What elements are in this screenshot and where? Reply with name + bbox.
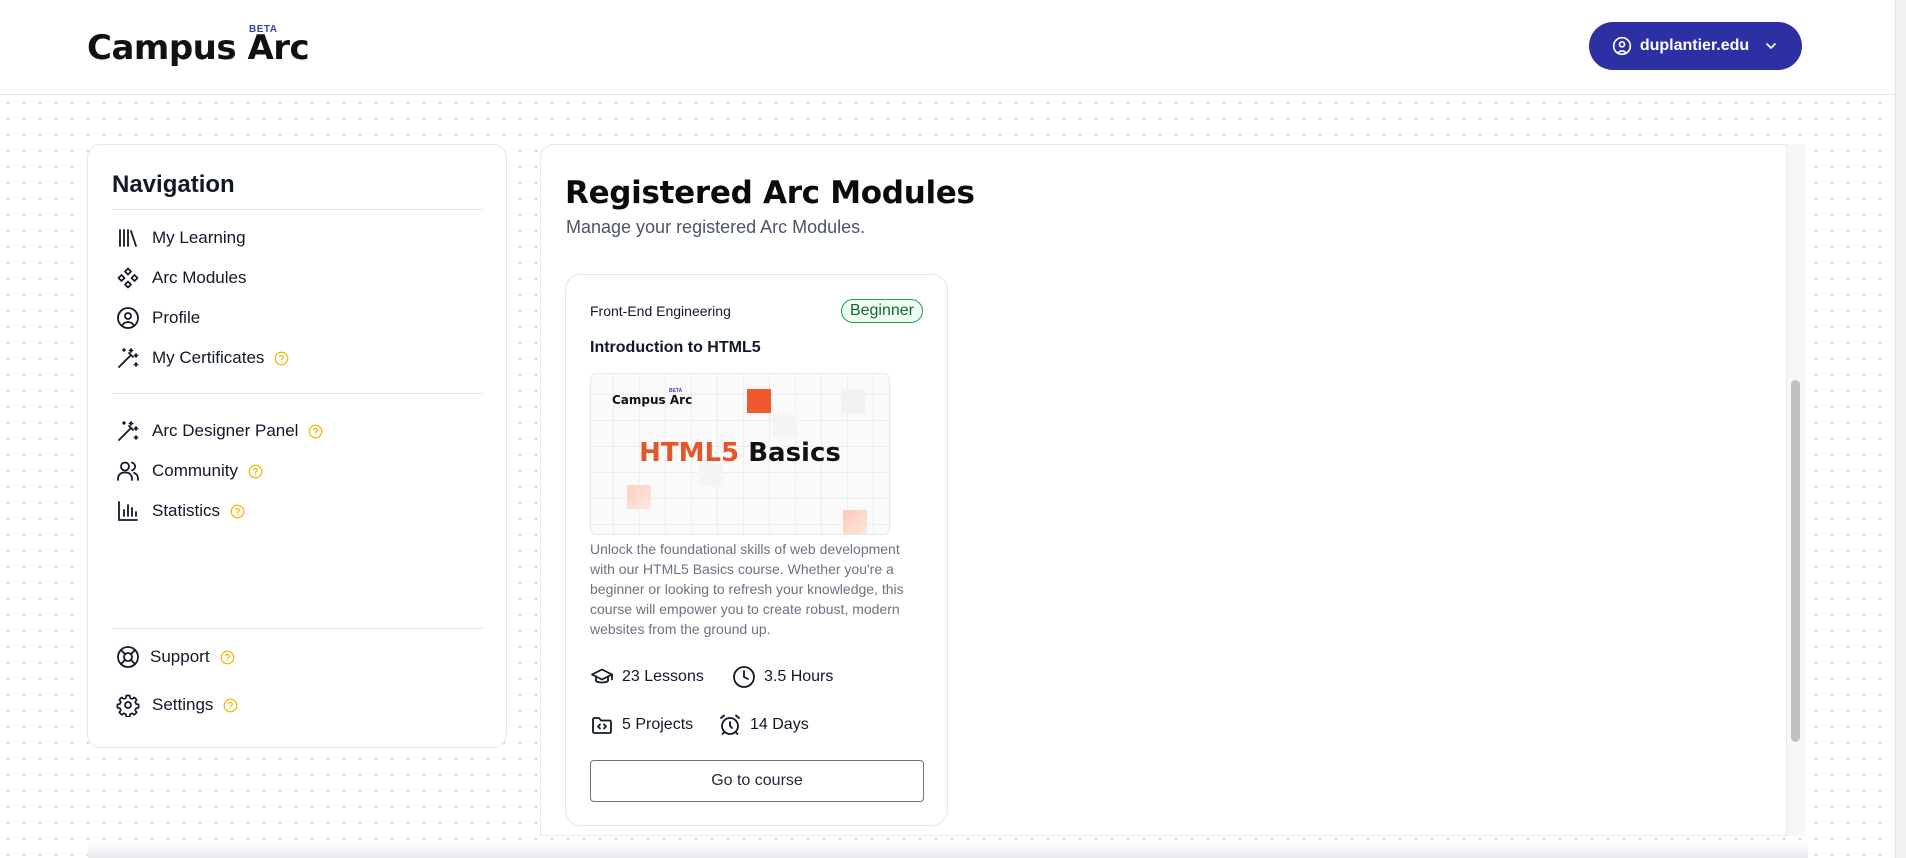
bottom-shadow	[88, 840, 1808, 858]
sidebar-item-label: Support	[150, 647, 210, 666]
graduation-cap-icon	[590, 665, 614, 689]
sidebar-item-label: Arc Modules	[152, 268, 247, 287]
magic-wand-icon	[116, 419, 140, 443]
thumbnail-square	[841, 389, 865, 413]
users-icon	[116, 459, 140, 483]
gear-icon	[116, 693, 140, 717]
thumbnail-square	[747, 389, 771, 413]
user-circle-icon	[116, 306, 140, 330]
sidebar-navigation: Navigation My Learning Arc Modules Profi…	[87, 144, 507, 748]
library-icon	[116, 226, 140, 250]
lessons-count: 23 Lessons	[622, 668, 704, 685]
page-title: Registered Arc Modules	[565, 175, 975, 211]
thumbnail-heading-accent: HTML5	[639, 438, 740, 468]
thumbnail-heading-rest: Basics	[748, 438, 841, 468]
bar-chart-icon	[116, 499, 140, 523]
divider	[112, 209, 483, 210]
thumbnail-square	[773, 415, 797, 437]
course-card: Front-End Engineering Beginner Introduct…	[565, 274, 948, 826]
thumbnail-square	[627, 485, 651, 509]
campus-arc-logo[interactable]: Campus Arc BETA	[87, 24, 310, 68]
help-icon[interactable]	[223, 698, 238, 713]
folder-code-icon	[590, 713, 614, 737]
sidebar-item-settings[interactable]: Settings	[116, 690, 238, 720]
sidebar-item-arc-modules[interactable]: Arc Modules	[116, 263, 246, 293]
course-description: Unlock the foundational skills of web de…	[590, 541, 904, 637]
scrollbar-thumb[interactable]	[1791, 380, 1800, 742]
course-category: Front-End Engineering	[590, 303, 731, 319]
beta-badge: BETA	[249, 24, 278, 35]
level-badge: Beginner	[840, 299, 923, 323]
lifebuoy-icon	[116, 645, 140, 669]
help-icon[interactable]	[230, 504, 245, 519]
go-to-course-button[interactable]: Go to course	[590, 760, 924, 802]
sidebar-item-label: Settings	[152, 695, 214, 714]
help-icon[interactable]	[274, 351, 289, 366]
sidebar-item-label: Profile	[152, 308, 201, 327]
course-title: Introduction to HTML5	[590, 339, 761, 356]
clock-icon	[732, 665, 756, 689]
account-label: duplantier.edu	[1639, 37, 1750, 54]
thumbnail-logo: Campus Arc	[612, 393, 693, 407]
chevron-down-icon	[1763, 38, 1779, 54]
sidebar-item-statistics[interactable]: Statistics	[116, 496, 245, 526]
sidebar-item-my-learning[interactable]: My Learning	[116, 223, 246, 253]
alarm-clock-icon	[718, 713, 742, 737]
lessons-meta: 23 Lessons	[590, 665, 704, 689]
days-meta: 14 Days	[718, 713, 809, 737]
thumbnail-beta-badge: BETA	[669, 388, 683, 394]
course-thumbnail: Campus Arc BETA HTML5 Basics	[590, 373, 890, 535]
sidebar-item-profile[interactable]: Profile	[116, 303, 200, 333]
magic-wand-icon	[116, 346, 140, 370]
account-menu-button[interactable]: duplantier.edu	[1589, 22, 1802, 70]
page-scrollbar-track[interactable]	[1895, 0, 1906, 858]
sidebar-item-label: Statistics	[152, 501, 221, 520]
sidebar-item-label: Community	[152, 461, 238, 480]
sidebar-item-label: My Learning	[152, 228, 246, 247]
user-circle-icon	[1612, 36, 1632, 56]
page-subtitle: Manage your registered Arc Modules.	[566, 217, 866, 237]
sidebar-item-label: My Certificates	[152, 348, 265, 367]
component-icon	[116, 266, 140, 290]
sidebar-item-my-certificates[interactable]: My Certificates	[116, 343, 289, 373]
sidebar-item-community[interactable]: Community	[116, 456, 263, 486]
hours-meta: 3.5 Hours	[732, 665, 833, 689]
days-count: 14 Days	[750, 716, 809, 733]
sidebar-title: Navigation	[112, 171, 235, 198]
thumbnail-square	[843, 510, 867, 534]
top-header: Campus Arc BETA duplantier.edu	[0, 0, 1906, 95]
sidebar-item-label: Arc Designer Panel	[152, 421, 299, 440]
hours-count: 3.5 Hours	[764, 668, 834, 685]
thumbnail-heading: HTML5 Basics	[591, 438, 889, 468]
sidebar-item-arc-designer-panel[interactable]: Arc Designer Panel	[116, 416, 323, 446]
projects-meta: 5 Projects	[590, 713, 693, 737]
help-icon[interactable]	[220, 650, 235, 665]
help-icon[interactable]	[308, 424, 323, 439]
projects-count: 5 Projects	[622, 716, 694, 733]
sidebar-item-support[interactable]: Support	[116, 642, 235, 672]
help-icon[interactable]	[248, 464, 263, 479]
divider	[112, 393, 483, 394]
main-scrollbar[interactable]	[1786, 144, 1805, 836]
divider	[112, 628, 483, 629]
